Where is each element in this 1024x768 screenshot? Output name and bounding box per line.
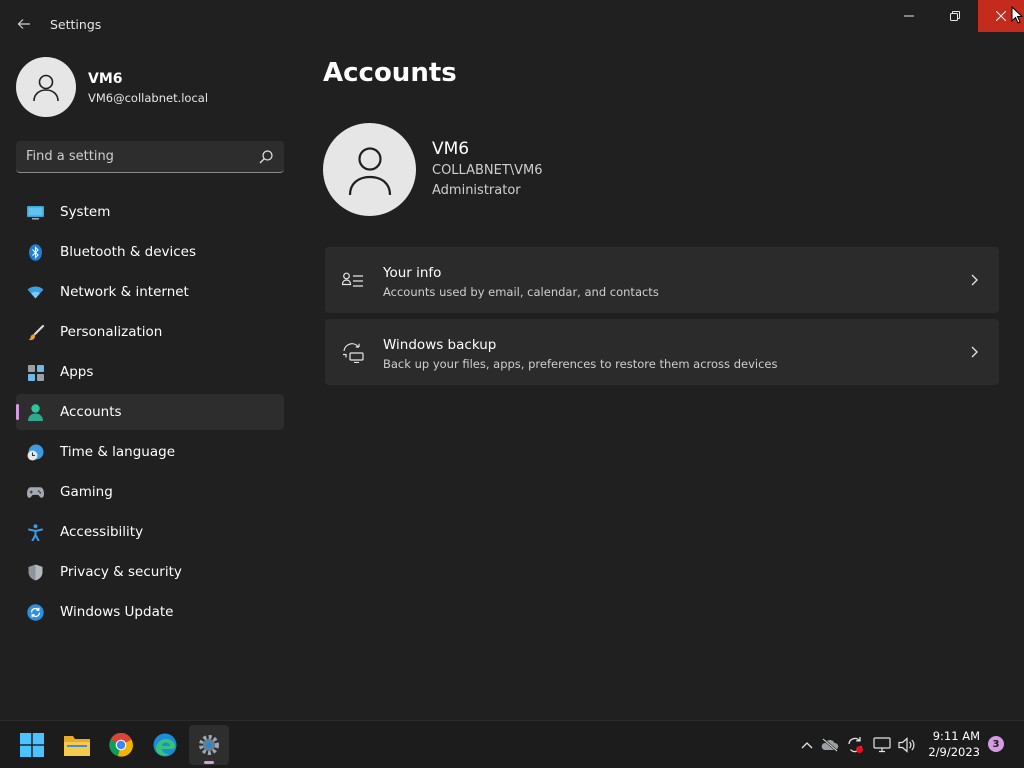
sidebar-item-system[interactable]: System xyxy=(16,194,284,230)
active-app-indicator xyxy=(204,761,214,764)
settings-window: Settings VM6 VM6@collabnet.local System … xyxy=(0,0,1024,768)
show-hidden-icons-button[interactable] xyxy=(798,736,816,754)
app-title: Settings xyxy=(50,17,102,32)
wifi-icon xyxy=(27,284,44,301)
notification-badge[interactable]: 3 xyxy=(988,736,1004,752)
taskbar-file-explorer[interactable] xyxy=(57,725,97,765)
sidebar-item-label: Accessibility xyxy=(60,524,144,540)
display-tray[interactable] xyxy=(873,736,891,754)
mouse-cursor-icon xyxy=(1011,6,1023,24)
minimize-button[interactable] xyxy=(886,0,932,32)
sidebar-item-label: Privacy & security xyxy=(60,564,182,580)
sidebar-item-apps[interactable]: Apps xyxy=(16,354,284,390)
card-subtitle: Accounts used by email, calendar, and co… xyxy=(383,285,659,299)
sync-alert-icon xyxy=(848,737,863,753)
chevron-up-icon xyxy=(801,742,813,749)
close-icon xyxy=(996,11,1006,21)
clock-date[interactable]: 2/9/2023 xyxy=(920,745,980,759)
brush-icon xyxy=(27,324,44,341)
onedrive-icon xyxy=(821,738,839,752)
taskbar-settings[interactable] xyxy=(189,725,229,765)
sidebar-item-accessibility[interactable]: Accessibility xyxy=(16,514,284,550)
person-avatar-icon xyxy=(33,74,59,102)
search-box[interactable] xyxy=(16,141,284,173)
sync-alert-tray[interactable] xyxy=(846,736,864,754)
backup-icon xyxy=(343,343,364,363)
profile-email: VM6@collabnet.local xyxy=(88,91,209,105)
sidebar-item-label: Network & internet xyxy=(60,284,189,300)
card-title: Your info xyxy=(383,265,442,281)
start-icon xyxy=(20,733,44,757)
sidebar-item-accounts[interactable]: Accounts xyxy=(16,394,284,430)
shield-icon xyxy=(27,564,44,581)
user-role: Administrator xyxy=(432,183,521,198)
chrome-icon xyxy=(109,733,133,757)
display-icon xyxy=(873,737,891,753)
restore-icon xyxy=(950,11,960,21)
search-icon[interactable] xyxy=(258,149,274,165)
sidebar-item-time-language[interactable]: Time & language xyxy=(16,434,284,470)
clock-time[interactable]: 9:11 AM xyxy=(930,729,980,743)
sidebar-item-privacy[interactable]: Privacy & security xyxy=(16,554,284,590)
sidebar-item-network[interactable]: Network & internet xyxy=(16,274,284,310)
back-button[interactable] xyxy=(10,12,38,36)
title-bar: Settings xyxy=(0,0,1024,48)
sidebar-item-personalization[interactable]: Personalization xyxy=(16,314,284,350)
card-title: Windows backup xyxy=(383,337,497,353)
taskbar-chrome[interactable] xyxy=(101,725,141,765)
accessibility-icon xyxy=(27,524,44,541)
start-button[interactable] xyxy=(12,725,52,765)
your-info-card[interactable]: Your info Accounts used by email, calend… xyxy=(325,247,999,313)
sidebar-item-windows-update[interactable]: Windows Update xyxy=(16,594,284,630)
contact-card-icon xyxy=(342,272,363,287)
search-input[interactable] xyxy=(16,141,256,172)
avatar xyxy=(16,57,76,117)
monitor-icon xyxy=(27,204,44,221)
clock-globe-icon xyxy=(27,444,44,461)
restore-button[interactable] xyxy=(932,0,978,32)
apps-icon xyxy=(27,364,44,381)
sidebar-item-label: Apps xyxy=(60,364,94,380)
volume-icon xyxy=(898,737,915,753)
person-icon xyxy=(27,404,44,421)
sidebar-item-label: Time & language xyxy=(60,444,176,460)
onedrive-tray[interactable] xyxy=(821,736,839,754)
sync-icon xyxy=(27,604,44,621)
sidebar-item-label: System xyxy=(60,204,111,220)
bluetooth-icon xyxy=(27,244,44,261)
back-arrow-icon xyxy=(17,19,30,29)
person-avatar-icon xyxy=(348,146,391,195)
sidebar-item-label: Personalization xyxy=(60,324,163,340)
windows-backup-card[interactable]: Windows backup Back up your files, apps,… xyxy=(325,319,999,385)
profile-name: VM6 xyxy=(88,71,123,87)
sidebar-nav: System Bluetooth & devices Network & int… xyxy=(16,194,284,634)
edge-icon xyxy=(153,733,177,757)
user-name: VM6 xyxy=(432,139,470,159)
user-avatar xyxy=(323,123,416,216)
sidebar-item-label: Gaming xyxy=(60,484,113,500)
chevron-right-icon xyxy=(971,274,978,286)
chevron-right-icon xyxy=(971,346,978,358)
file-explorer-icon xyxy=(64,736,90,756)
user-domain: COLLABNET\VM6 xyxy=(432,163,543,178)
taskbar xyxy=(0,720,1024,768)
taskbar-edge[interactable] xyxy=(145,725,185,765)
settings-icon xyxy=(199,735,219,755)
sidebar-item-label: Windows Update xyxy=(60,604,174,620)
volume-tray[interactable] xyxy=(898,736,916,754)
page-title: Accounts xyxy=(323,58,457,88)
sidebar-item-gaming[interactable]: Gaming xyxy=(16,474,284,510)
card-subtitle: Back up your files, apps, preferences to… xyxy=(383,357,778,371)
controller-icon xyxy=(27,484,44,501)
sidebar-item-bluetooth[interactable]: Bluetooth & devices xyxy=(16,234,284,270)
sidebar-item-label: Bluetooth & devices xyxy=(60,244,197,260)
minimize-icon xyxy=(904,15,914,17)
sidebar-item-label: Accounts xyxy=(60,404,122,420)
profile-header[interactable]: VM6 VM6@collabnet.local xyxy=(16,57,286,117)
